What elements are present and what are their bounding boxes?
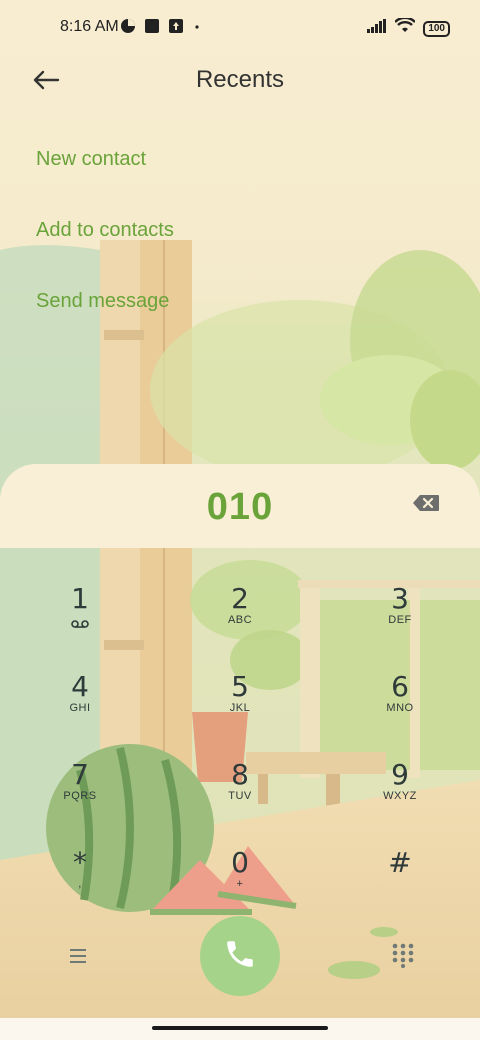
dot-icon: [192, 18, 202, 39]
key-3[interactable]: 3 DEF: [360, 582, 440, 654]
key-4[interactable]: 4 GHI: [40, 670, 120, 742]
key-letters: MNO: [386, 702, 414, 714]
call-button[interactable]: [200, 916, 280, 996]
key-letters: ABC: [227, 614, 253, 626]
upload-icon: [168, 18, 184, 39]
status-icons-left: [120, 18, 202, 39]
key-6[interactable]: 6 MNO: [360, 670, 440, 742]
key-7[interactable]: 7 PQRS: [40, 758, 120, 830]
key-letters: PQRS: [63, 790, 97, 802]
navigation-bar: [0, 1018, 480, 1040]
backspace-button[interactable]: [412, 494, 444, 518]
key-letters: WXYZ: [383, 790, 417, 802]
key-digit: 3: [391, 582, 409, 615]
key-letters: +: [236, 878, 244, 890]
phone-icon: [223, 937, 257, 976]
add-to-contacts-action[interactable]: Add to contacts: [36, 219, 174, 242]
key-digit: 8: [231, 758, 249, 791]
key-hash[interactable]: #: [360, 846, 440, 918]
key-2[interactable]: 2 ABC: [200, 582, 280, 654]
notification-square-icon: [144, 18, 160, 39]
key-letters: JKL: [229, 702, 251, 714]
key-digit: 9: [391, 758, 409, 791]
key-letters: ,: [78, 878, 82, 890]
key-letters: GHI: [69, 702, 91, 714]
dialpad-icon: [390, 943, 416, 972]
status-time: 8:16 AM: [60, 18, 119, 35]
wifi-icon: [394, 16, 417, 39]
backspace-icon: [412, 495, 440, 516]
key-digit: 1: [71, 582, 89, 615]
status-bar: 8:16 AM 100: [0, 0, 480, 56]
key-8[interactable]: 8 TUV: [200, 758, 280, 830]
send-message-action[interactable]: Send message: [36, 290, 169, 313]
key-0[interactable]: 0 +: [200, 846, 280, 918]
key-digit: #: [388, 846, 412, 879]
new-contact-action[interactable]: New contact: [36, 148, 146, 171]
status-icons-right: 100: [367, 16, 450, 39]
dialed-number[interactable]: 010: [0, 486, 480, 529]
key-digit: 5: [231, 670, 249, 703]
data-saver-icon: [120, 18, 136, 39]
key-9[interactable]: 9 WXYZ: [360, 758, 440, 830]
voicemail-icon: [40, 616, 120, 634]
dialed-number-panel: 010: [0, 464, 480, 548]
key-digit: 6: [391, 670, 409, 703]
home-handle[interactable]: [152, 1026, 328, 1030]
key-digit: 7: [71, 758, 89, 791]
key-digit: *: [73, 846, 87, 879]
key-star[interactable]: * ,: [40, 846, 120, 918]
signal-icon: [367, 19, 387, 38]
dialpad-toggle-button[interactable]: [390, 942, 416, 968]
key-digit: 0: [231, 846, 249, 879]
key-digit: 4: [71, 670, 89, 703]
key-1[interactable]: 1: [40, 582, 120, 654]
key-5[interactable]: 5 JKL: [200, 670, 280, 742]
key-letters: DEF: [388, 614, 412, 626]
key-digit: 2: [231, 582, 249, 615]
battery-icon: 100: [423, 20, 450, 37]
page-title: Recents: [195, 66, 285, 93]
key-letters: TUV: [228, 790, 252, 802]
menu-icon: [66, 949, 90, 972]
menu-button[interactable]: [66, 944, 90, 968]
